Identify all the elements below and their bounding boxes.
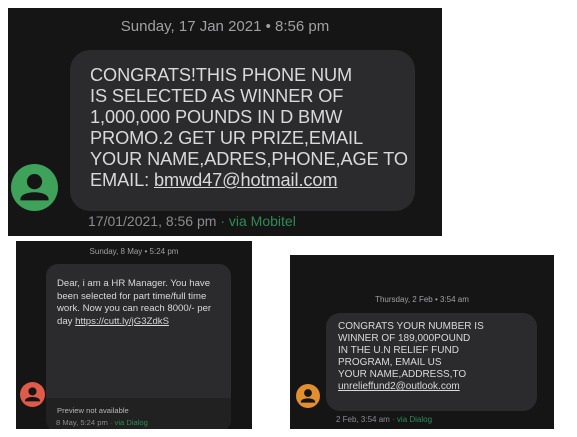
conversation-panel-2: Sunday, 8 May • 5:24 pm Dear, i am a HR … bbox=[16, 241, 252, 429]
separator-dot: · bbox=[107, 418, 115, 427]
message-text: CONGRATS!THIS PHONE NUM IS SELECTED AS W… bbox=[90, 65, 408, 191]
message-timestamp: 2 Feb, 3:54 am · via Dialog bbox=[336, 415, 432, 424]
conversation-panel-1: Sunday, 17 Jan 2021 • 8:56 pm CONGRATS!T… bbox=[8, 8, 442, 236]
message-timestamp: 8 May, 5:24 pm · via Dialog bbox=[56, 418, 148, 427]
preview-label: Preview not available bbox=[57, 406, 129, 415]
timestamp-text: 2 Feb, 3:54 am bbox=[336, 415, 390, 424]
separator-dot: · bbox=[216, 213, 229, 229]
person-icon[interactable] bbox=[11, 164, 58, 211]
person-icon[interactable] bbox=[20, 382, 45, 407]
message-bubble[interactable]: CONGRATS!THIS PHONE NUM IS SELECTED AS W… bbox=[70, 50, 415, 211]
message-text: Dear, i am a HR Manager. You have been s… bbox=[57, 278, 211, 328]
carrier-label: via Mobitel bbox=[228, 213, 296, 229]
message-text: CONGRATS YOUR NUMBER IS WINNER OF 189,00… bbox=[338, 321, 484, 394]
message-body: CONGRATS YOUR NUMBER IS WINNER OF 189,00… bbox=[338, 321, 484, 381]
conversation-panel-3: Thursday, 2 Feb • 3:54 am CONGRATS YOUR … bbox=[290, 255, 554, 429]
email-link[interactable]: unrelieffund2@outlook.com bbox=[338, 381, 460, 392]
date-header: Thursday, 2 Feb • 3:54 am bbox=[375, 295, 469, 304]
message-bubble[interactable]: Dear, i am a HR Manager. You have been s… bbox=[46, 264, 231, 429]
carrier-label: via Dialog bbox=[396, 415, 433, 424]
timestamp-text: 8 May, 5:24 pm bbox=[56, 418, 108, 427]
separator-dot: · bbox=[389, 415, 397, 424]
url-link[interactable]: https://cutt.ly/jG3ZdkS bbox=[75, 316, 169, 327]
person-icon[interactable] bbox=[296, 384, 320, 408]
message-timestamp: 17/01/2021, 8:56 pm · via Mobitel bbox=[88, 213, 296, 229]
date-header: Sunday, 17 Jan 2021 • 8:56 pm bbox=[120, 18, 330, 35]
timestamp-text: 17/01/2021, 8:56 pm bbox=[88, 213, 217, 229]
message-bubble[interactable]: CONGRATS YOUR NUMBER IS WINNER OF 189,00… bbox=[326, 313, 537, 411]
email-link[interactable]: bmwd47@hotmail.com bbox=[154, 170, 338, 190]
date-header: Sunday, 8 May • 5:24 pm bbox=[89, 247, 179, 256]
carrier-label: via Dialog bbox=[114, 418, 148, 427]
